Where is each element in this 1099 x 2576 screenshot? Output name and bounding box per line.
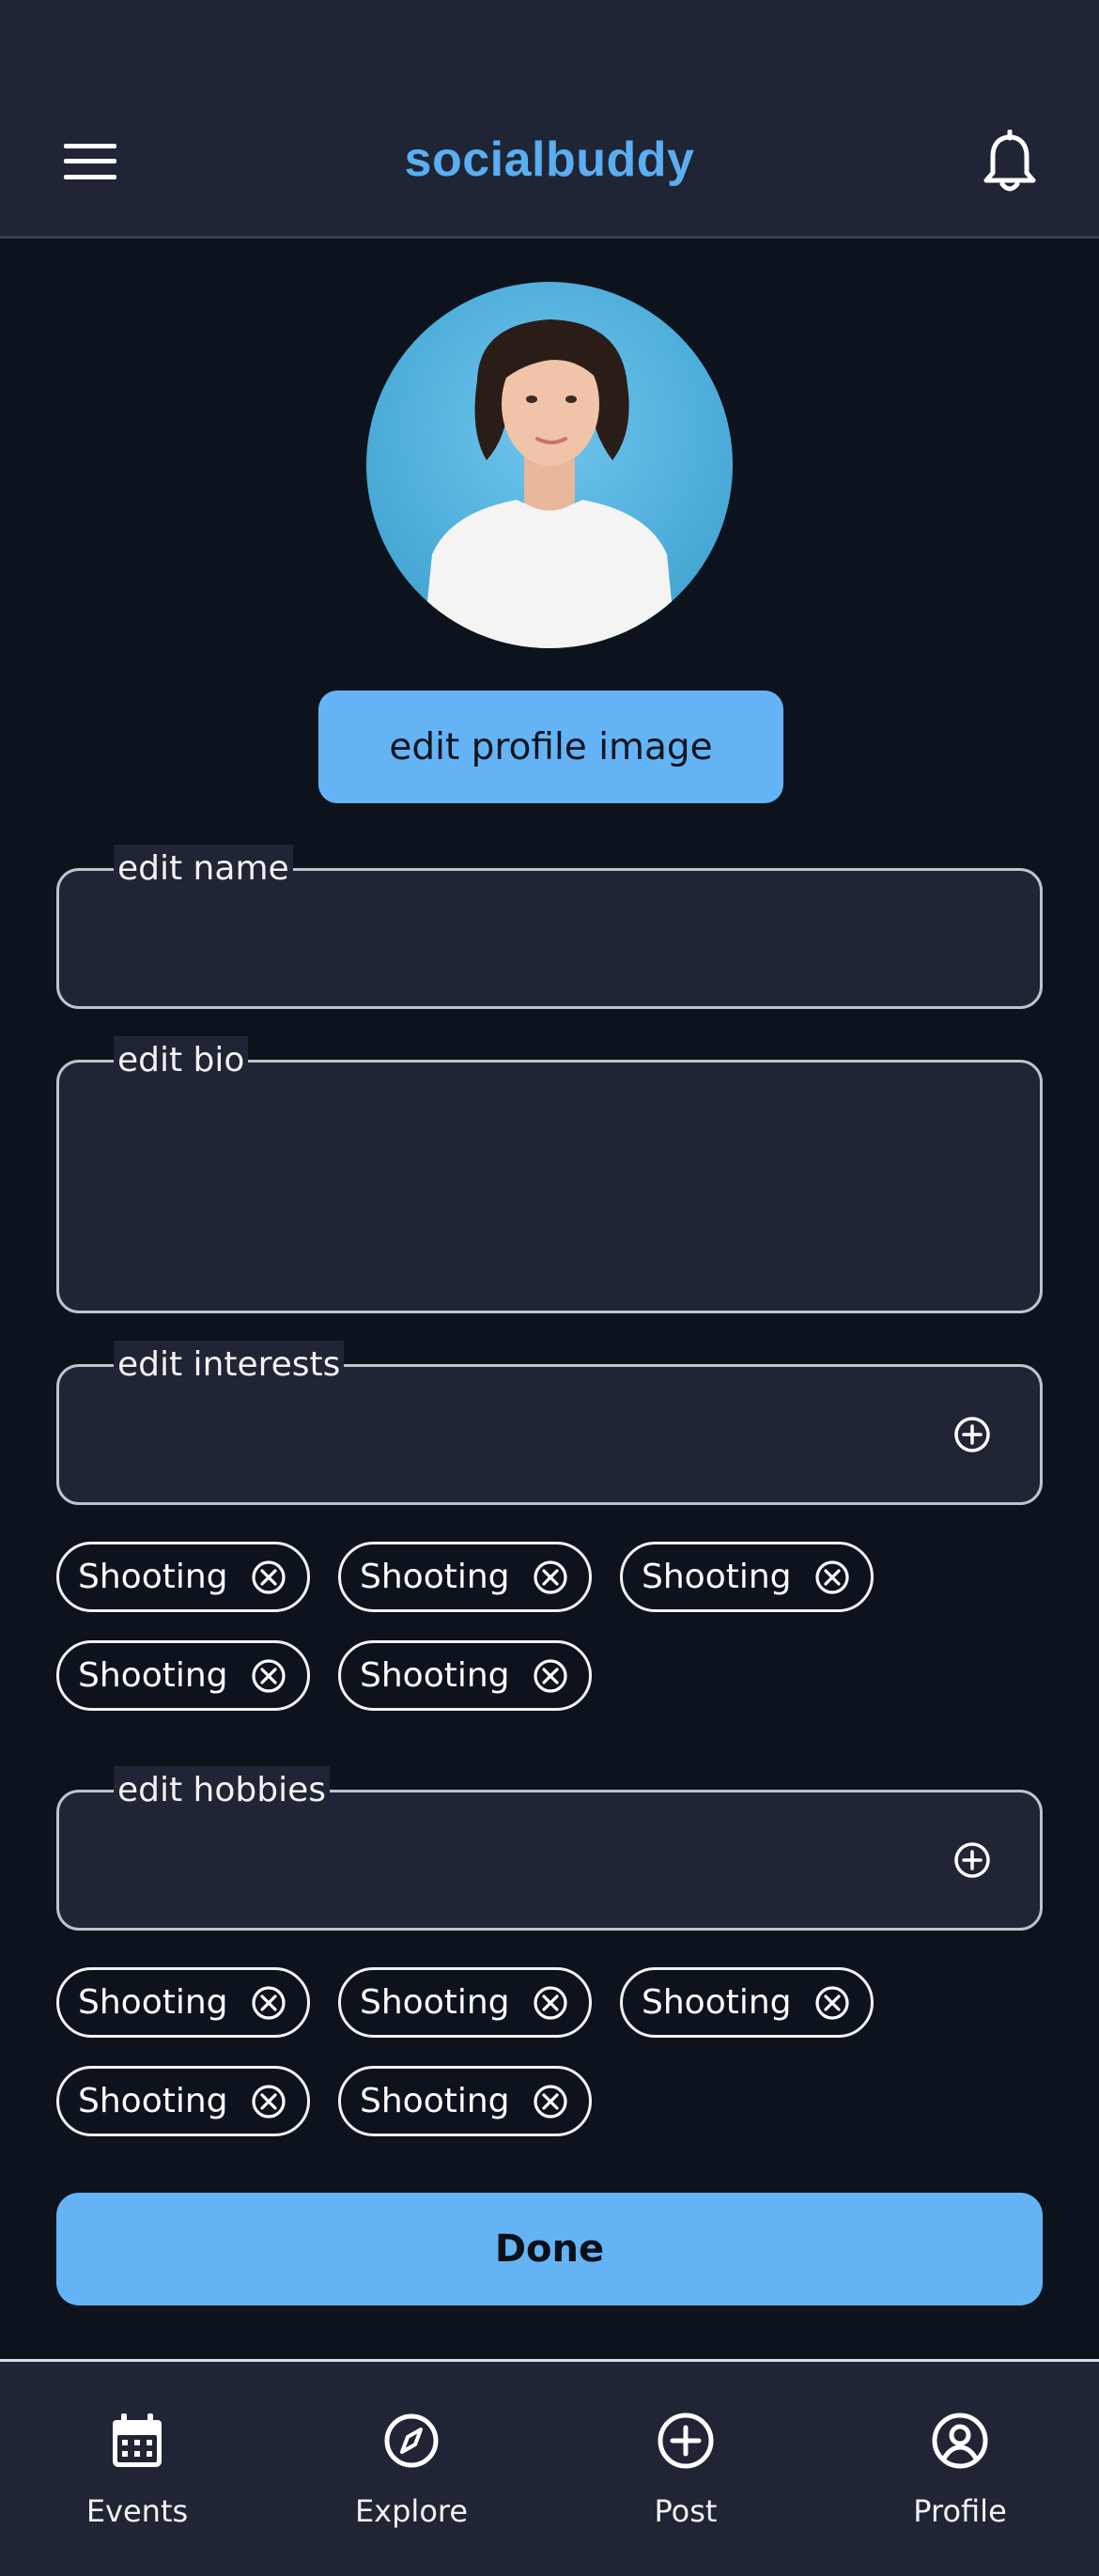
calendar-icon xyxy=(113,2413,162,2467)
chip-label: Shooting xyxy=(78,2082,228,2120)
remove-chip-icon[interactable] xyxy=(814,1985,850,2021)
remove-chip-icon[interactable] xyxy=(533,1985,568,2021)
remove-chip-icon[interactable] xyxy=(533,1560,568,1595)
nav-label-profile: Profile xyxy=(913,2493,1007,2529)
add-interest-icon[interactable] xyxy=(953,1416,991,1453)
interest-chip: Shooting xyxy=(56,1640,310,1711)
hobby-chip: Shooting xyxy=(56,1967,310,2038)
bio-field-label: edit bio xyxy=(114,1036,249,1085)
name-input[interactable] xyxy=(87,899,936,987)
user-circle-icon xyxy=(932,2413,988,2469)
add-hobby-icon[interactable] xyxy=(953,1841,991,1879)
name-field[interactable]: edit name xyxy=(56,845,1043,1009)
remove-chip-icon[interactable] xyxy=(251,1560,286,1595)
remove-chip-icon[interactable] xyxy=(251,1658,286,1694)
interests-input[interactable] xyxy=(87,1395,936,1483)
bottom-navigation: Events Explore Post Profile xyxy=(0,2359,1099,2576)
avatar xyxy=(366,282,733,648)
profile-photo xyxy=(366,282,733,648)
interests-chip-list: Shooting Shooting Shooting Shooting Shoo… xyxy=(56,1542,1052,1711)
compass-icon xyxy=(384,2413,439,2468)
edit-profile-image-button[interactable]: edit profile image xyxy=(318,691,783,803)
interest-chip: Shooting xyxy=(620,1542,874,1612)
interest-chip: Shooting xyxy=(338,1640,592,1711)
chip-label: Shooting xyxy=(78,1656,228,1695)
hobby-chip: Shooting xyxy=(338,2066,592,2136)
chip-label: Shooting xyxy=(360,1656,510,1695)
done-button[interactable]: Done xyxy=(56,2193,1043,2305)
bio-textarea[interactable] xyxy=(87,1091,936,1292)
remove-chip-icon[interactable] xyxy=(533,2084,568,2119)
nav-item-post[interactable]: Post xyxy=(549,2362,823,2576)
remove-chip-icon[interactable] xyxy=(814,1560,850,1595)
nav-label-explore: Explore xyxy=(354,2493,469,2529)
nav-label-post: Post xyxy=(654,2493,718,2529)
nav-item-explore[interactable]: Explore xyxy=(274,2362,549,2576)
bio-field[interactable]: edit bio xyxy=(56,1036,1043,1313)
chip-label: Shooting xyxy=(78,1983,228,2022)
hobby-chip: Shooting xyxy=(620,1967,874,2038)
hobbies-field-label: edit hobbies xyxy=(114,1766,331,1815)
hobby-chip: Shooting xyxy=(338,1967,592,2038)
chip-label: Shooting xyxy=(78,1558,228,1596)
nav-label-events: Events xyxy=(85,2493,189,2529)
hobbies-chip-list: Shooting Shooting Shooting Shooting Shoo… xyxy=(56,1967,1052,2136)
chip-label: Shooting xyxy=(642,1558,792,1596)
remove-chip-icon[interactable] xyxy=(533,1658,568,1694)
nav-item-events[interactable]: Events xyxy=(0,2362,274,2576)
nav-item-profile[interactable]: Profile xyxy=(823,2362,1097,2576)
remove-chip-icon[interactable] xyxy=(251,1985,286,2021)
add-circle-icon xyxy=(658,2413,714,2469)
interests-field[interactable]: edit interests xyxy=(56,1341,1043,1505)
hobbies-input[interactable] xyxy=(87,1821,936,1909)
hobby-chip: Shooting xyxy=(56,2066,310,2136)
app-header: socialbuddy xyxy=(0,0,1099,239)
chip-label: Shooting xyxy=(642,1983,792,2022)
interest-chip: Shooting xyxy=(56,1542,310,1612)
chip-label: Shooting xyxy=(360,1983,510,2022)
chip-label: Shooting xyxy=(360,2082,510,2120)
remove-chip-icon[interactable] xyxy=(251,2084,286,2119)
app-title: socialbuddy xyxy=(404,132,695,187)
hobbies-field[interactable]: edit hobbies xyxy=(56,1766,1043,1931)
interest-chip: Shooting xyxy=(338,1542,592,1612)
interests-field-label: edit interests xyxy=(114,1341,345,1389)
chip-label: Shooting xyxy=(360,1558,510,1596)
name-field-label: edit name xyxy=(114,845,293,893)
bell-icon[interactable] xyxy=(981,130,1039,194)
